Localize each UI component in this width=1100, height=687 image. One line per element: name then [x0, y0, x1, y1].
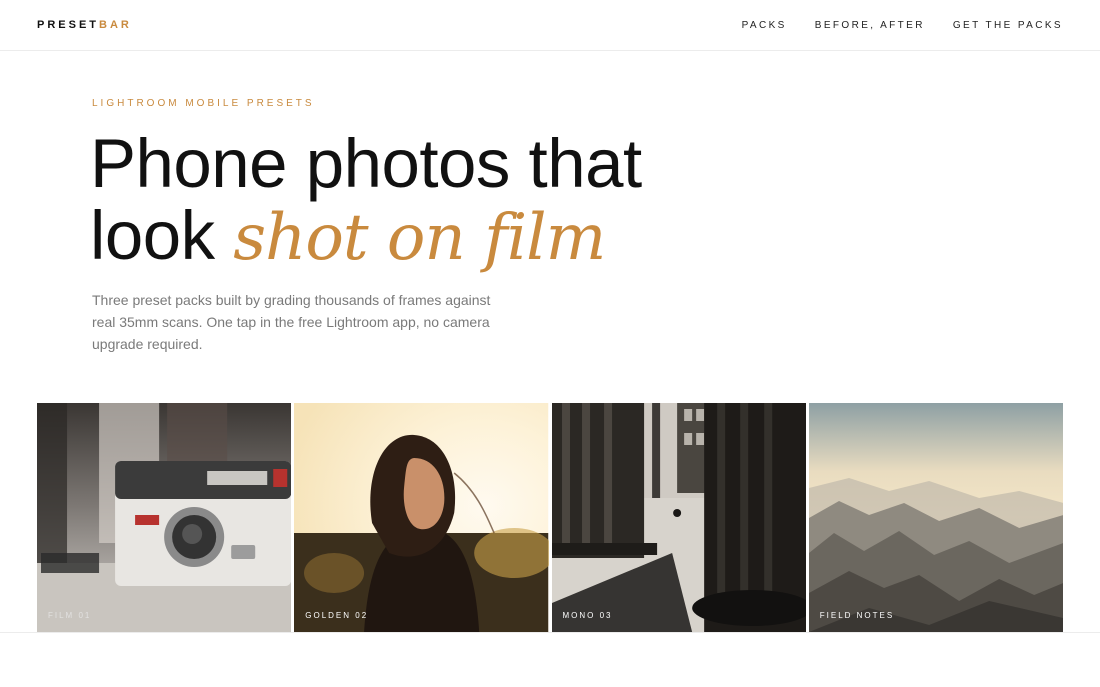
gallery-tile-mono[interactable]: MONO 03: [551, 403, 806, 632]
nav-link-packs[interactable]: PACKS: [742, 20, 787, 31]
gallery-tile-golden[interactable]: GOLDEN 02: [294, 403, 549, 632]
tile-caption: FILM 01: [48, 611, 92, 620]
site-header: PRESETBAR PACKS BEFORE, AFTER GET THE PA…: [0, 0, 1100, 51]
tile-caption: GOLDEN 02: [305, 611, 369, 620]
nav-link-get-packs[interactable]: GET THE PACKS: [953, 20, 1063, 31]
logo-part-1: PRESET: [37, 19, 100, 31]
headline-accent: shot on film: [233, 201, 606, 275]
tile-caption: MONO 03: [562, 611, 613, 620]
section-divider: [0, 632, 1100, 633]
hero-eyebrow: LIGHTROOM MOBILE PRESETS: [92, 98, 315, 109]
preset-gallery: FILM 01 GOLDEN 02 MONO 03 FIELD NOTES: [37, 403, 1063, 632]
hero-headline: Phone photos that look shot on film: [90, 125, 642, 275]
gallery-tile-film[interactable]: FILM 01: [37, 403, 292, 632]
logo[interactable]: PRESETBAR: [37, 19, 132, 31]
headline-line-1: Phone photos that: [90, 125, 642, 202]
columns-photo: [551, 403, 806, 632]
mountains-photo: [808, 403, 1063, 632]
portrait-photo: [294, 403, 549, 632]
nav-link-before-after[interactable]: BEFORE, AFTER: [815, 20, 925, 31]
gallery-tile-field-notes[interactable]: FIELD NOTES: [808, 403, 1063, 632]
camera-photo: [37, 403, 292, 632]
headline-line-2: look: [90, 197, 234, 274]
tile-caption: FIELD NOTES: [819, 611, 895, 620]
main-nav: PACKS BEFORE, AFTER GET THE PACKS: [742, 20, 1063, 31]
logo-part-2: BAR: [99, 19, 132, 31]
hero-lede: Three preset packs built by grading thou…: [92, 292, 491, 352]
